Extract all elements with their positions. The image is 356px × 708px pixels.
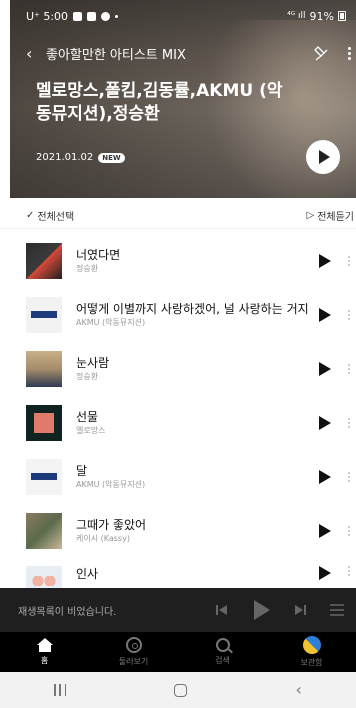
- more-icon[interactable]: [344, 310, 354, 320]
- song-title: 인사: [76, 567, 99, 581]
- nav-browse[interactable]: 둘러보기: [104, 637, 164, 667]
- carrier-time: U⁺ 5:00: [26, 9, 69, 23]
- play-icon[interactable]: [318, 416, 332, 430]
- play-icon[interactable]: [318, 254, 332, 268]
- more-icon[interactable]: [344, 566, 354, 576]
- select-all-button[interactable]: ✓ 전체선택: [26, 208, 74, 223]
- song-artist: AKMU (악동뮤지션): [76, 480, 146, 489]
- signal-icon: ⁴ᴳ ıll: [287, 11, 306, 21]
- more-options-icon[interactable]: [346, 44, 352, 62]
- hero-header: U⁺ 5:00 ⁴ᴳ ıll 91% ‹ 좋아할만한 아티스트 MIX 멜로망스…: [10, 0, 356, 198]
- album-art: [26, 297, 62, 333]
- recent-apps-icon[interactable]: [54, 684, 67, 696]
- song-row[interactable]: 인사: [26, 560, 354, 590]
- new-badge: NEW: [98, 152, 125, 163]
- song-title: 너였다면: [76, 248, 121, 262]
- top-bar: ‹ 좋아할만한 아티스트 MIX: [26, 42, 352, 64]
- song-row[interactable]: 눈사람 정승환: [26, 347, 354, 391]
- play-icon[interactable]: [318, 362, 332, 376]
- date-row: 2021.01.02 NEW: [36, 152, 125, 163]
- play-icon[interactable]: [318, 524, 332, 538]
- album-art: [26, 459, 62, 495]
- album-art: [26, 351, 62, 387]
- album-art: [26, 405, 62, 441]
- play-icon[interactable]: [252, 600, 270, 620]
- more-icon[interactable]: [344, 472, 354, 482]
- song-row[interactable]: 선물 멜로망스: [26, 401, 354, 445]
- page-title: 좋아할만한 아티스트 MIX: [46, 47, 186, 63]
- disc-icon: [125, 637, 142, 653]
- library-icon: [298, 632, 325, 658]
- more-icon[interactable]: [344, 418, 354, 428]
- song-row[interactable]: 어떻게 이별까지 사랑하겠어, 널 사랑하는 거지 AKMU (악동뮤지션): [26, 293, 354, 337]
- select-all-label: 전체선택: [37, 211, 75, 223]
- song-artist: AKMU (악동뮤지션): [76, 318, 146, 327]
- play-playlist-button[interactable]: [306, 140, 340, 174]
- pin-icon[interactable]: [312, 44, 330, 62]
- play-small-icon: ▷: [306, 209, 315, 221]
- song-row[interactable]: 그때가 좋았어 케이시 (Kassy): [26, 509, 354, 553]
- home-button-icon[interactable]: [174, 683, 188, 697]
- nav-search-label: 검색: [215, 656, 230, 665]
- song-artist: 케이시 (Kassy): [76, 534, 130, 543]
- play-icon[interactable]: [318, 470, 332, 484]
- playlist-icon[interactable]: [330, 604, 344, 616]
- nav-library-label: 보관함: [300, 658, 323, 667]
- back-icon[interactable]: ‹: [26, 44, 42, 63]
- song-title: 달: [76, 464, 88, 478]
- search-icon: [215, 638, 230, 652]
- album-art: [26, 243, 62, 279]
- song-artist: 정승환: [76, 264, 99, 273]
- bottom-nav: 홈 둘러보기 검색 보관함: [0, 632, 356, 672]
- previous-icon[interactable]: [216, 604, 228, 616]
- more-icon[interactable]: [344, 364, 354, 374]
- gallery-icon: [87, 11, 97, 21]
- nav-browse-label: 둘러보기: [118, 657, 149, 666]
- empty-playlist-text: 재생목록이 비었습니다.: [18, 606, 117, 618]
- next-icon[interactable]: [294, 604, 306, 616]
- more-notifications-icon: [115, 14, 119, 18]
- home-icon: [36, 638, 53, 652]
- nav-home[interactable]: 홈: [15, 638, 75, 666]
- mini-player[interactable]: 재생목록이 비었습니다.: [0, 588, 356, 632]
- play-all-label: 전체듣기: [317, 211, 354, 223]
- check-icon: ✓: [26, 209, 35, 221]
- battery-icon: [338, 11, 346, 21]
- playlist-headline: 멜로망스,폴킴,김동률,AKMU (악동뮤지션),정승환: [36, 81, 283, 124]
- message-icon: [73, 11, 83, 21]
- song-artist: 정승환: [76, 372, 99, 381]
- more-icon[interactable]: [344, 256, 354, 266]
- song-row[interactable]: 달 AKMU (악동뮤지션): [26, 455, 354, 499]
- playlist-date: 2021.01.02: [36, 152, 94, 163]
- system-nav-bar: ‹: [0, 672, 356, 708]
- battery-level: 91%: [309, 9, 334, 23]
- song-title: 어떻게 이별까지 사랑하겠어, 널 사랑하는 거지: [76, 302, 309, 316]
- album-art: [26, 513, 62, 549]
- play-icon[interactable]: [318, 308, 332, 322]
- nav-library[interactable]: 보관함: [282, 632, 342, 668]
- nav-home-label: 홈: [40, 656, 49, 665]
- song-title: 선물: [76, 410, 99, 424]
- divider: [0, 228, 356, 229]
- more-icon[interactable]: [344, 526, 354, 536]
- song-title: 그때가 좋았어: [76, 518, 147, 532]
- back-button-icon[interactable]: ‹: [295, 682, 301, 698]
- album-art: [26, 566, 62, 590]
- status-bar: U⁺ 5:00 ⁴ᴳ ıll 91%: [26, 8, 346, 24]
- play-all-button[interactable]: ▷ 전체듣기: [306, 208, 354, 223]
- nav-search[interactable]: 검색: [193, 638, 253, 666]
- song-row[interactable]: 너였다면 정승환: [26, 239, 354, 283]
- select-bar: ✓ 전체선택 ▷ 전체듣기: [26, 206, 354, 224]
- play-icon[interactable]: [318, 566, 332, 580]
- song-title: 눈사람: [76, 356, 110, 370]
- app-icon: [101, 11, 111, 21]
- song-artist: 멜로망스: [76, 426, 106, 435]
